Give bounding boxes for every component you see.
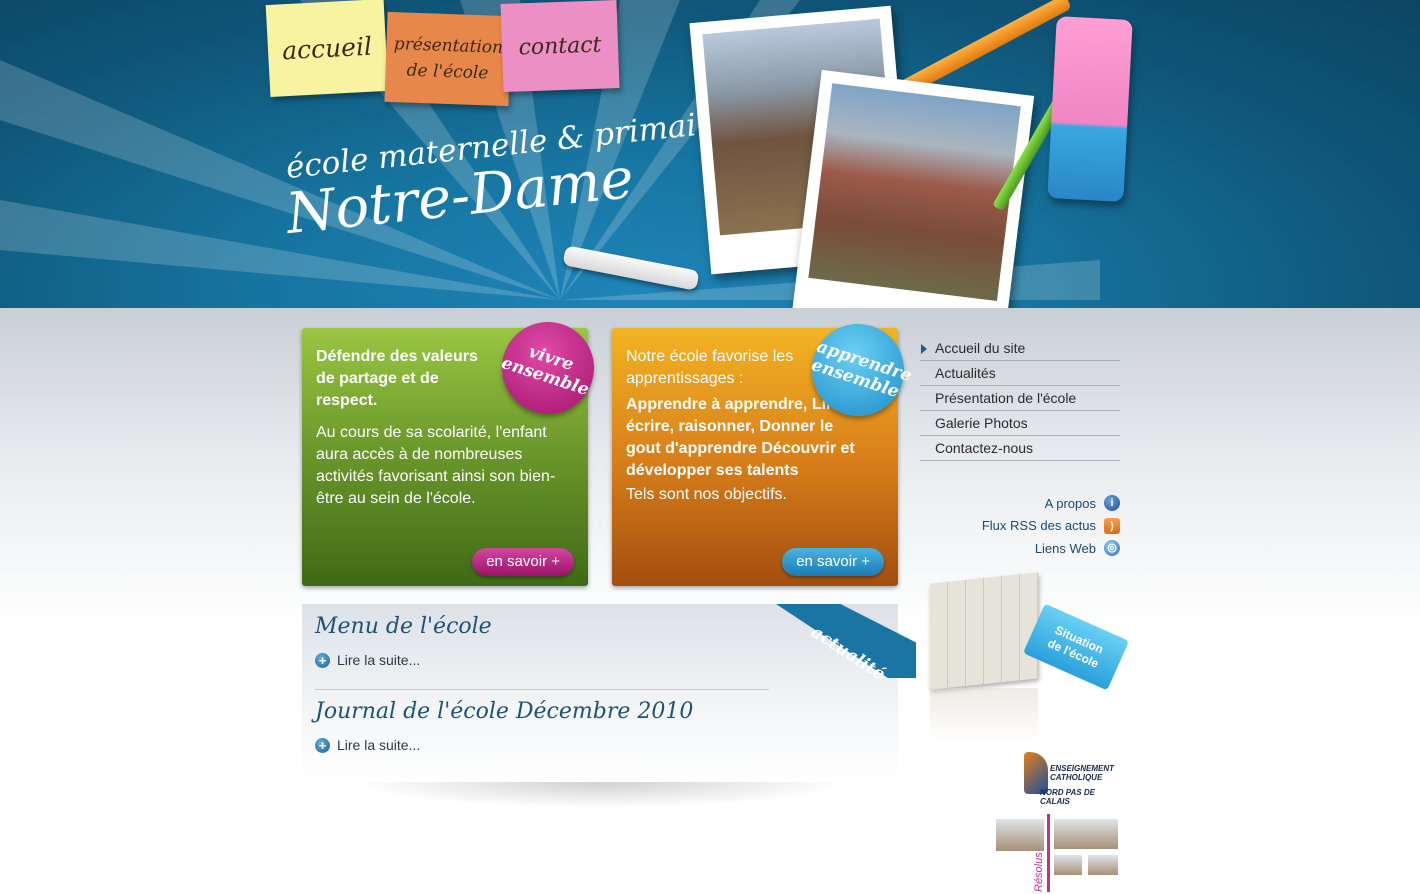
resolus-text: Résolus [1033,852,1045,892]
read-more-link[interactable]: + Lire la suite... [315,652,420,668]
feature-body: Au cours de sa scolarité, l'enfant aura … [316,424,556,507]
nav-note-accueil[interactable]: accueil [265,0,389,98]
logo-line2: CATHOLIQUE [1050,773,1103,782]
sidebar-item-label: Galerie Photos [935,415,1028,431]
read-more-label: Lire la suite... [337,737,421,753]
en-savoir-plus-button[interactable]: en savoir + [472,548,574,576]
globe-icon: ◎ [1104,540,1120,557]
nav-note-contact[interactable]: contact [500,0,620,92]
sidebar-item-galerie[interactable]: Galerie Photos [920,411,1120,436]
nav-note-accueil-label: accueil [281,31,373,65]
plus-icon: + [315,652,330,668]
news-shadow [350,782,850,808]
read-more-label: Lire la suite... [337,652,421,668]
resolus-thumb [1053,818,1119,850]
en-savoir-plus-button[interactable]: en savoir + [782,548,884,576]
page: accueil présentation de l'école contact … [0,0,1420,894]
plus-icon: + [315,737,330,753]
header-banner: accueil présentation de l'école contact … [0,0,1420,308]
feature-tail: Tels sont nos objectifs. [626,486,787,503]
resolus-thumb [1053,854,1083,876]
feature-points: Apprendre à apprendre, Lire, écrire, rai… [626,396,855,479]
news-title-journal[interactable]: Journal de l'école Décembre 2010 [315,699,693,724]
news-panel: Menu de l'école + Lire la suite... Journ… [302,604,898,782]
logo-line1: ENSEIGNEMENT [1050,764,1115,773]
nav-note-contact-label: contact [518,32,602,60]
sidebar-item-presentation[interactable]: Présentation de l'école [920,386,1120,411]
link-label: Flux RSS des actus [981,518,1096,534]
nav-note-presentation[interactable]: présentation de l'école [384,11,512,107]
logo-line3: NORD PAS DE CALAIS [1040,788,1095,806]
read-more-link[interactable]: + Lire la suite... [315,737,420,753]
resolus-bar [1047,814,1050,892]
polaroid-photo-building [791,69,1035,308]
sidebar-item-label: Contactez-nous [935,440,1034,456]
link-a-propos[interactable]: A propos i [920,492,1120,515]
logo-text: ENSEIGNEMENT CATHOLIQUE [1050,764,1114,782]
link-flux-rss[interactable]: Flux RSS des actus ) [920,515,1120,538]
link-liens-web[interactable]: Liens Web ◎ [920,537,1120,560]
link-label: Liens Web [1034,540,1096,556]
feature-card-vivre-ensemble: Défendre des valeurs de partage et de re… [302,310,606,586]
sidebar-item-contact[interactable]: Contactez-nous [920,436,1120,461]
rss-icon: ) [1104,517,1120,534]
feature-heading: Défendre des valeurs de partage et de re… [316,348,478,409]
map-reflection [930,688,1038,744]
resolus-logo[interactable]: Résolus [995,814,1120,892]
feature-card-apprendre-ensemble: Notre école favorise les apprentissages … [612,312,916,586]
sidebar-item-label: Présentation de l'école [935,390,1077,406]
sidebar-nav: Accueil du site Actualités Présentation … [920,336,1120,461]
sidebar-item-label: Accueil du site [935,340,1026,356]
news-divider [315,689,769,690]
news-title-menu[interactable]: Menu de l'école [315,614,492,639]
resolus-thumb [1087,854,1119,876]
situation-tag: Situation de l'école [1022,603,1130,691]
arrow-right-icon [921,344,927,354]
enseignement-catholique-logo[interactable]: ENSEIGNEMENT CATHOLIQUE NORD PAS DE CALA… [1022,748,1120,806]
nav-note-presentation-line2: de l'école [406,60,489,84]
sidebar-item-accueil[interactable]: Accueil du site [920,336,1120,361]
info-icon: i [1104,495,1120,512]
sidebar-item-actualites[interactable]: Actualités [920,361,1120,386]
eraser-decoration [1047,16,1133,202]
situation-ecole-map-link[interactable]: Situation de l'école [930,572,1130,748]
resolus-thumb [995,818,1045,852]
link-label: A propos [1044,495,1096,511]
sidebar-links: A propos i Flux RSS des actus ) Liens We… [920,492,1120,560]
feature-intro: Notre école favorise les apprentissages … [626,348,794,387]
sidebar-item-label: Actualités [935,365,996,381]
photo-image [808,83,1021,301]
folded-map-icon [930,572,1038,690]
